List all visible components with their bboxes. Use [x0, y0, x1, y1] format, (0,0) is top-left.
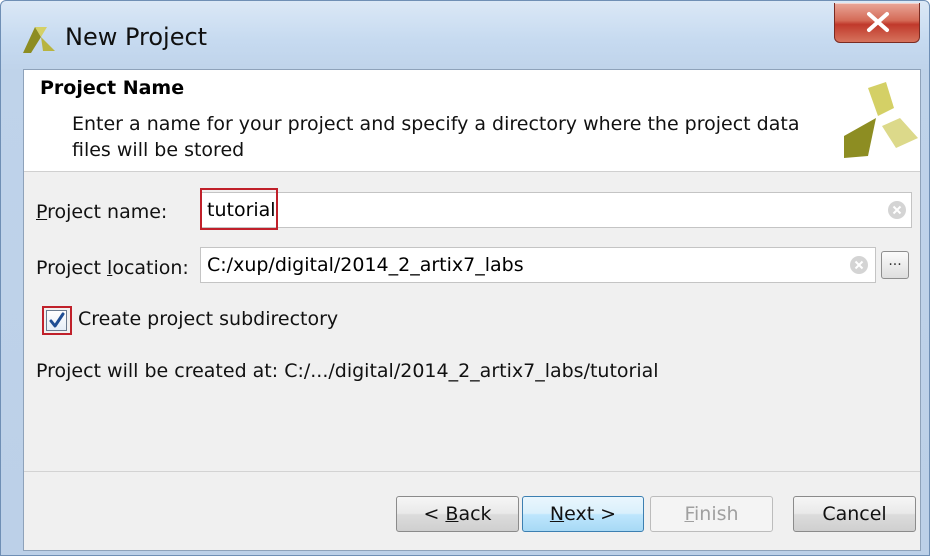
- xilinx-wizard-logo: [844, 82, 918, 158]
- vivado-logo-icon: [23, 27, 55, 53]
- page-description: Enter a name for your project and specif…: [72, 113, 800, 161]
- wizard-header: Project Name Enter a name for your proje…: [24, 70, 920, 172]
- title-bar: New Project: [1, 1, 929, 69]
- clear-field-icon[interactable]: [849, 255, 869, 275]
- browse-button[interactable]: ...: [881, 251, 909, 279]
- create-subdirectory-label: Create project subdirectory: [78, 308, 339, 330]
- project-location-label: Project location:: [36, 257, 189, 279]
- new-project-dialog: New Project Project Name Enter a name fo…: [0, 0, 930, 556]
- project-location-input[interactable]: C:/xup/digital/2014_2_artix7_labs: [200, 247, 876, 283]
- project-location-value: C:/xup/digital/2014_2_artix7_labs: [207, 254, 524, 276]
- clear-field-icon[interactable]: [887, 200, 907, 220]
- finish-button[interactable]: Finish: [650, 496, 773, 532]
- project-name-input[interactable]: tutorial: [200, 192, 912, 228]
- highlight-box-project-name: [200, 188, 278, 230]
- cancel-button[interactable]: Cancel: [793, 496, 916, 532]
- back-button[interactable]: < Back: [396, 496, 519, 532]
- project-path-summary: Project will be created at: C:/.../digit…: [36, 360, 659, 382]
- close-button[interactable]: [834, 3, 920, 43]
- next-button[interactable]: Next >: [522, 496, 644, 532]
- project-name-label: Project name:: [36, 201, 168, 223]
- footer-divider: [24, 471, 920, 472]
- window-title: New Project: [65, 23, 208, 51]
- page-title: Project Name: [40, 77, 185, 99]
- close-icon: [867, 12, 889, 32]
- wizard-panel: Project Name Enter a name for your proje…: [23, 69, 921, 551]
- highlight-box-checkbox: [42, 306, 72, 335]
